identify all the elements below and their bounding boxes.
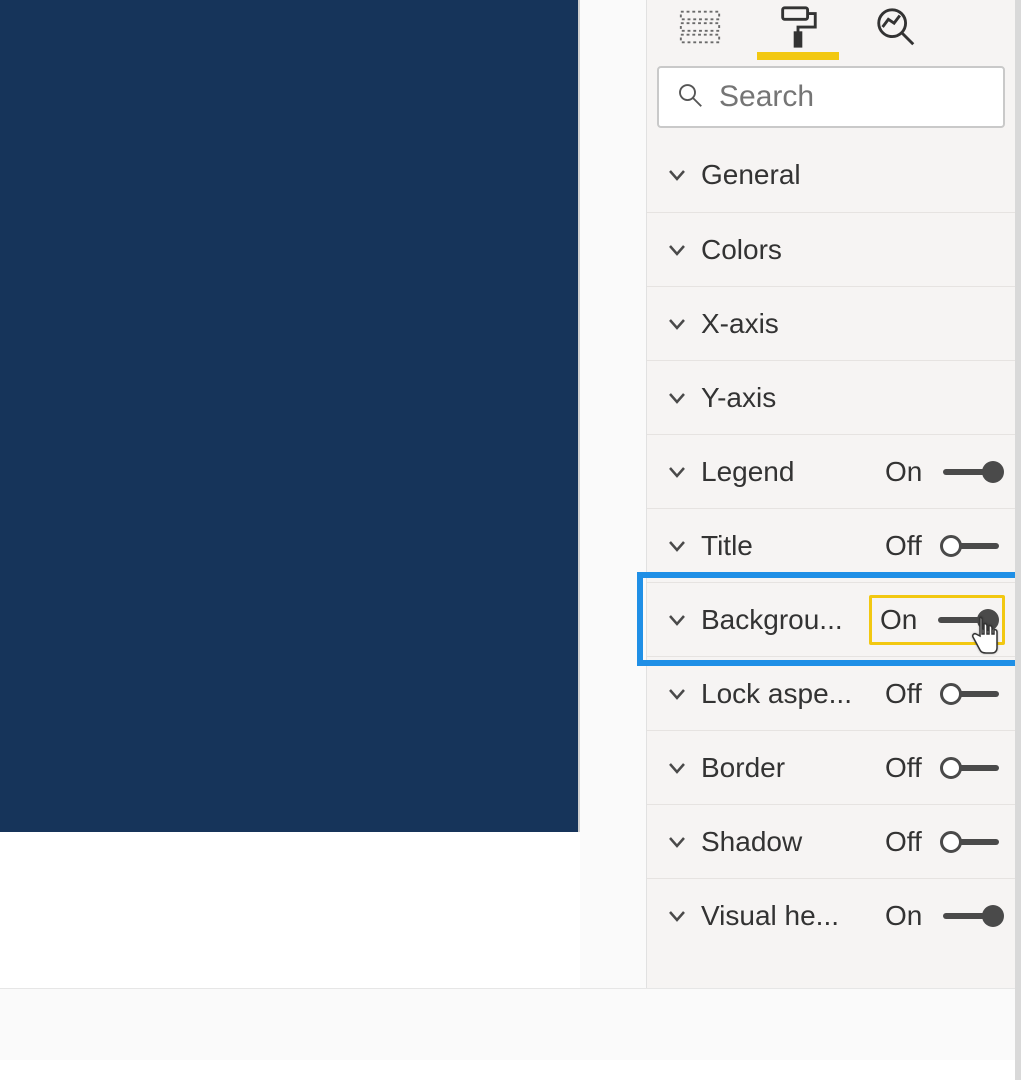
chevron-down-icon [663,384,691,412]
report-canvas[interactable] [0,0,580,832]
paint-roller-icon [775,4,821,55]
toggle-state-text: On [880,604,928,636]
toggle-lock-aspect[interactable] [943,684,999,704]
section-title[interactable]: Title Off [647,508,1015,582]
chevron-down-icon [663,902,691,930]
toggle-state-text: On [885,456,933,488]
toggle-state-text: On [885,900,933,932]
toggle-state-text: Off [885,678,933,710]
app-root: General Colors X-axis Y-axis [0,0,1021,1080]
toggle-legend-group: On [879,452,1005,492]
search-box[interactable] [657,66,1005,128]
section-label: Visual he... [701,900,871,932]
section-general[interactable]: General [647,138,1015,212]
search-container [647,58,1015,138]
section-label: Y-axis [701,382,871,414]
visualizations-format-panel: General Colors X-axis Y-axis [646,0,1015,988]
toggle-visual-header[interactable] [943,906,999,926]
section-label: Border [701,752,871,784]
toggle-state-text: Off [885,530,933,562]
analytics-icon [873,4,919,55]
toggle-lock-aspect-group: Off [879,674,1005,714]
search-input[interactable] [719,80,987,114]
section-legend[interactable]: Legend On [647,434,1015,508]
chevron-down-icon [663,161,691,189]
toggle-background-group: On [869,595,1005,645]
format-sections-list: General Colors X-axis Y-axis [647,138,1015,952]
chevron-down-icon [663,754,691,782]
bottom-strip [0,988,1021,1060]
section-label: General [701,159,871,191]
toggle-state-text: Off [885,826,933,858]
section-label: Title [701,530,871,562]
chevron-down-icon [663,458,691,486]
toggle-border-group: Off [879,748,1005,788]
right-edge [1015,0,1021,1080]
chevron-down-icon [663,828,691,856]
chevron-down-icon [663,532,691,560]
panel-tabs [647,0,1015,58]
toggle-state-text: Off [885,752,933,784]
canvas-below-whitespace [0,832,580,988]
toggle-shadow[interactable] [943,832,999,852]
toggle-border[interactable] [943,758,999,778]
section-shadow[interactable]: Shadow Off [647,804,1015,878]
section-label: Shadow [701,826,871,858]
chevron-down-icon [663,606,691,634]
section-lock-aspect[interactable]: Lock aspe... Off [647,656,1015,730]
section-label: Legend [701,456,871,488]
chevron-down-icon [663,310,691,338]
section-label: Backgrou... [701,604,869,636]
toggle-visual-header-group: On [879,896,1005,936]
section-visual-header[interactable]: Visual he... On [647,878,1015,952]
toggle-background[interactable] [938,610,994,630]
search-icon [675,80,705,115]
toggle-title[interactable] [943,536,999,556]
section-border[interactable]: Border Off [647,730,1015,804]
section-label: Lock aspe... [701,678,871,710]
section-label: Colors [701,234,871,266]
tab-analytics[interactable] [869,2,923,56]
tab-format[interactable] [771,2,825,56]
section-x-axis[interactable]: X-axis [647,286,1015,360]
chevron-down-icon [663,680,691,708]
tab-fields[interactable] [673,2,727,56]
section-colors[interactable]: Colors [647,212,1015,286]
toggle-shadow-group: Off [879,822,1005,862]
section-y-axis[interactable]: Y-axis [647,360,1015,434]
section-label: X-axis [701,308,871,340]
toggle-title-group: Off [879,526,1005,566]
active-tab-underline [757,52,839,60]
toggle-legend[interactable] [943,462,999,482]
fields-icon [677,4,723,55]
chevron-down-icon [663,236,691,264]
panel-gutter [580,0,646,988]
section-background[interactable]: Backgrou... On [647,582,1015,656]
